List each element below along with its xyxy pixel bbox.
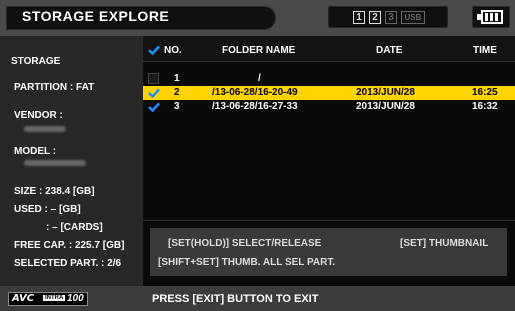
instruction-thumb-all: [SHIFT+SET] THUMB. ALL SEL PART. [158, 257, 336, 268]
battery-level-bar [495, 13, 498, 21]
vendor-value-redacted [24, 126, 66, 132]
selected-partition-value: SELECTED PART. : 2/6 [14, 258, 122, 269]
size-value: SIZE : 238.4 [GB] [14, 186, 95, 197]
column-header-folder-name: FOLDER NAME [222, 45, 296, 56]
usb-indicator: USB [401, 11, 425, 24]
list-separator [143, 220, 515, 221]
row-number: 3 [174, 101, 180, 112]
battery-level-bar [485, 13, 488, 21]
instruction-thumbnail: [SET] THUMBNAIL [400, 238, 489, 249]
used-value: USED : – [GB] [14, 204, 81, 215]
column-header-time: TIME [473, 45, 497, 56]
exit-message: PRESS [EXIT] BUTTON TO EXIT [152, 293, 319, 305]
cards-value: : – [CARDS] [46, 222, 103, 233]
slot-3-indicator: 3 [385, 11, 397, 24]
avc-logo-text: AVC [12, 293, 35, 304]
row-folder-name: /13-06-28/16-27-33 [212, 101, 298, 112]
model-label: MODEL : [14, 146, 57, 157]
vendor-label: VENDOR : [14, 110, 63, 121]
row-folder-name: / [258, 73, 261, 84]
slot-2-indicator: 2 [369, 11, 381, 24]
partition-label: PARTITION : FAT [14, 82, 95, 93]
table-row[interactable] [143, 72, 515, 86]
row-time: 16:25 [472, 87, 498, 98]
table-header [143, 36, 515, 62]
instructions-panel [150, 228, 507, 276]
row-date: 2013/JUN/28 [356, 101, 415, 112]
row-folder-name: /13-06-28/16-20-49 [212, 87, 298, 98]
row-number: 2 [174, 87, 180, 98]
battery-level-bar [490, 13, 493, 21]
storage-heading: STORAGE [11, 56, 61, 67]
intra-logo-text: INTRA [43, 295, 66, 301]
row-check-icon[interactable] [148, 88, 160, 98]
row-check-icon[interactable] [148, 102, 160, 112]
row-checkbox[interactable] [148, 73, 159, 84]
select-all-check-icon[interactable] [148, 45, 160, 55]
table-row[interactable] [143, 100, 515, 114]
slot-1-indicator: 1 [353, 11, 365, 24]
row-number: 1 [174, 73, 180, 84]
free-capacity-value: FREE CAP. : 225.7 [GB] [14, 240, 125, 251]
page-title: STORAGE EXPLORE [22, 8, 170, 24]
model-value-redacted [24, 160, 86, 166]
avc-logo-number: 100 [67, 293, 84, 304]
row-date: 2013/JUN/28 [356, 87, 415, 98]
column-header-date: DATE [376, 45, 403, 56]
instruction-select-release: [SET(HOLD)] SELECT/RELEASE [168, 238, 322, 249]
column-header-no: NO. [164, 45, 182, 56]
table-row-selected[interactable] [143, 86, 515, 100]
row-time: 16:32 [472, 101, 498, 112]
